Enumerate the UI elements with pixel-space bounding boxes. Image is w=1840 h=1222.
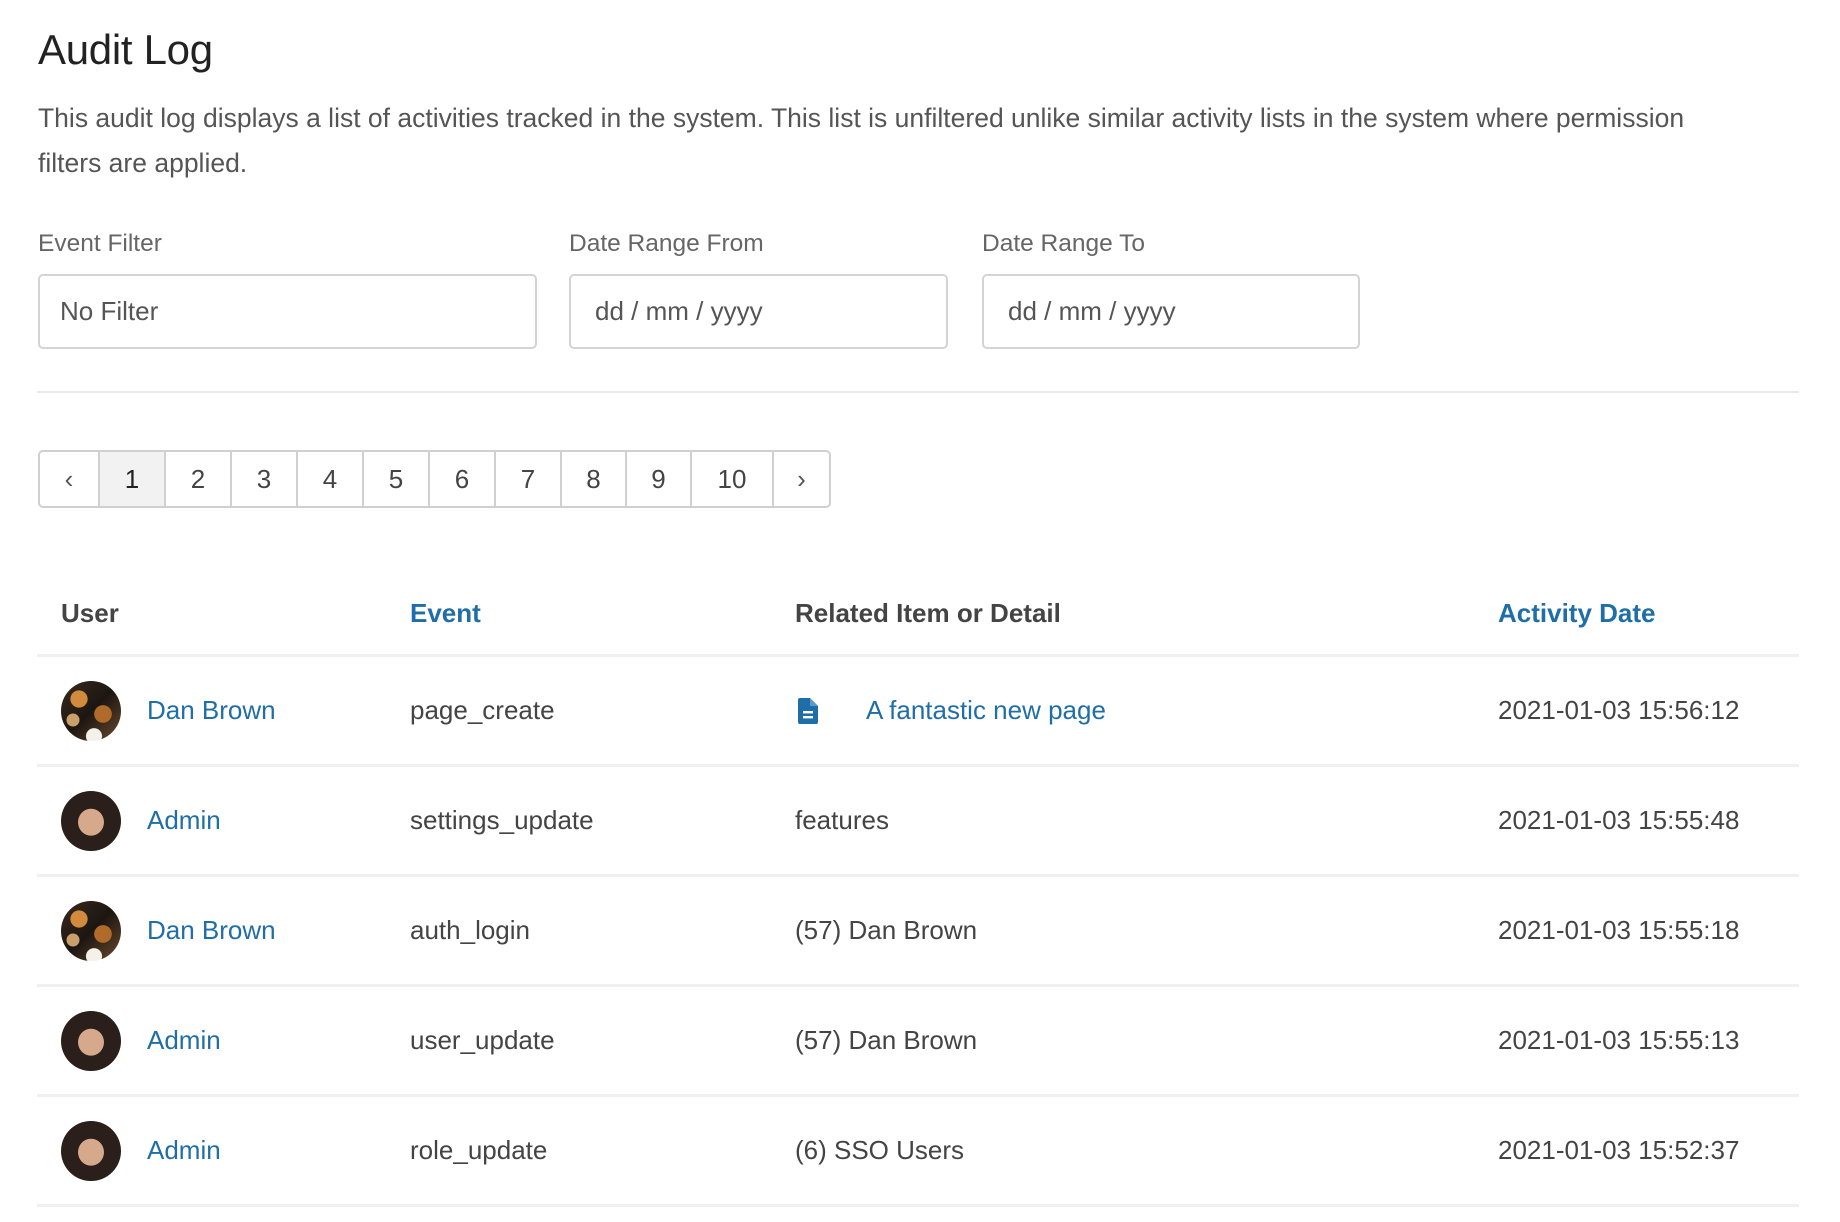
related-detail: (57) Dan Brown (795, 985, 1498, 1097)
activity-date: 2021-01-03 15:55:18 (1498, 875, 1799, 987)
avatar (61, 790, 121, 851)
next-page-button[interactable]: › (772, 452, 829, 506)
user-link[interactable]: Dan Brown (147, 695, 276, 726)
activity-date: 2021-01-03 15:52:37 (1498, 1095, 1799, 1207)
prev-page-button[interactable]: ‹ (40, 452, 98, 506)
avatar (61, 1010, 121, 1071)
event-type: page_create (410, 655, 795, 767)
page-button-8[interactable]: 8 (560, 452, 625, 506)
event-filter-select[interactable] (38, 274, 537, 349)
column-header-user: User (37, 572, 410, 657)
date-to-label: Date Range To (982, 230, 1145, 257)
page-button-9[interactable]: 9 (625, 452, 690, 506)
user-link[interactable]: Dan Brown (147, 915, 276, 946)
table-row: Dan Brown page_create A fantastic new pa… (37, 655, 1799, 767)
activity-date: 2021-01-03 15:55:48 (1498, 765, 1799, 877)
page-button-1[interactable]: 1 (98, 452, 164, 506)
date-from-label: Date Range From (569, 230, 764, 257)
date-from-input[interactable] (569, 274, 948, 349)
page-button-7[interactable]: 7 (494, 452, 560, 506)
avatar (61, 900, 121, 961)
table-row: Admin user_update (57) Dan Brown 2021-01… (37, 985, 1799, 1097)
related-detail: features (795, 765, 1498, 877)
page-button-6[interactable]: 6 (428, 452, 494, 506)
user-link[interactable]: Admin (147, 1025, 221, 1056)
related-detail: (57) Dan Brown (795, 875, 1498, 987)
page-icon (798, 697, 818, 724)
related-item-link[interactable]: A fantastic new page (866, 695, 1106, 726)
column-header-activity-date[interactable]: Activity Date (1498, 572, 1799, 657)
activity-date: 2021-01-03 15:56:12 (1498, 655, 1799, 767)
page-button-5[interactable]: 5 (362, 452, 428, 506)
activity-date: 2021-01-03 15:55:13 (1498, 985, 1799, 1097)
user-link[interactable]: Admin (147, 805, 221, 836)
event-filter-label: Event Filter (38, 230, 162, 257)
event-type: auth_login (410, 875, 795, 987)
page-button-3[interactable]: 3 (230, 452, 296, 506)
column-header-event[interactable]: Event (410, 572, 795, 657)
event-type: role_update (410, 1095, 795, 1207)
page-title: Audit Log (38, 26, 213, 73)
page-button-2[interactable]: 2 (164, 452, 230, 506)
date-to-input[interactable] (982, 274, 1360, 349)
table-row: Admin settings_update features 2021-01-0… (37, 765, 1799, 877)
table-row: Admin role_update (6) SSO Users 2021-01-… (37, 1095, 1799, 1207)
column-header-related: Related Item or Detail (795, 572, 1498, 657)
event-type: user_update (410, 985, 795, 1097)
table-row: Dan Brown auth_login (57) Dan Brown 2021… (37, 875, 1799, 987)
page-button-4[interactable]: 4 (296, 452, 362, 506)
event-type: settings_update (410, 765, 795, 877)
user-link[interactable]: Admin (147, 1135, 221, 1166)
related-detail: (6) SSO Users (795, 1095, 1498, 1207)
table-header-row: User Event Related Item or Detail Activi… (37, 572, 1799, 657)
audit-log-table: User Event Related Item or Detail Activi… (37, 572, 1799, 1207)
section-divider (37, 391, 1799, 393)
page-description: This audit log displays a list of activi… (38, 103, 1685, 178)
pagination: ‹ 1 2 3 4 5 6 7 8 9 10 › (38, 450, 831, 508)
avatar (61, 1120, 121, 1181)
page-button-10[interactable]: 10 (690, 452, 772, 506)
avatar (61, 680, 121, 741)
